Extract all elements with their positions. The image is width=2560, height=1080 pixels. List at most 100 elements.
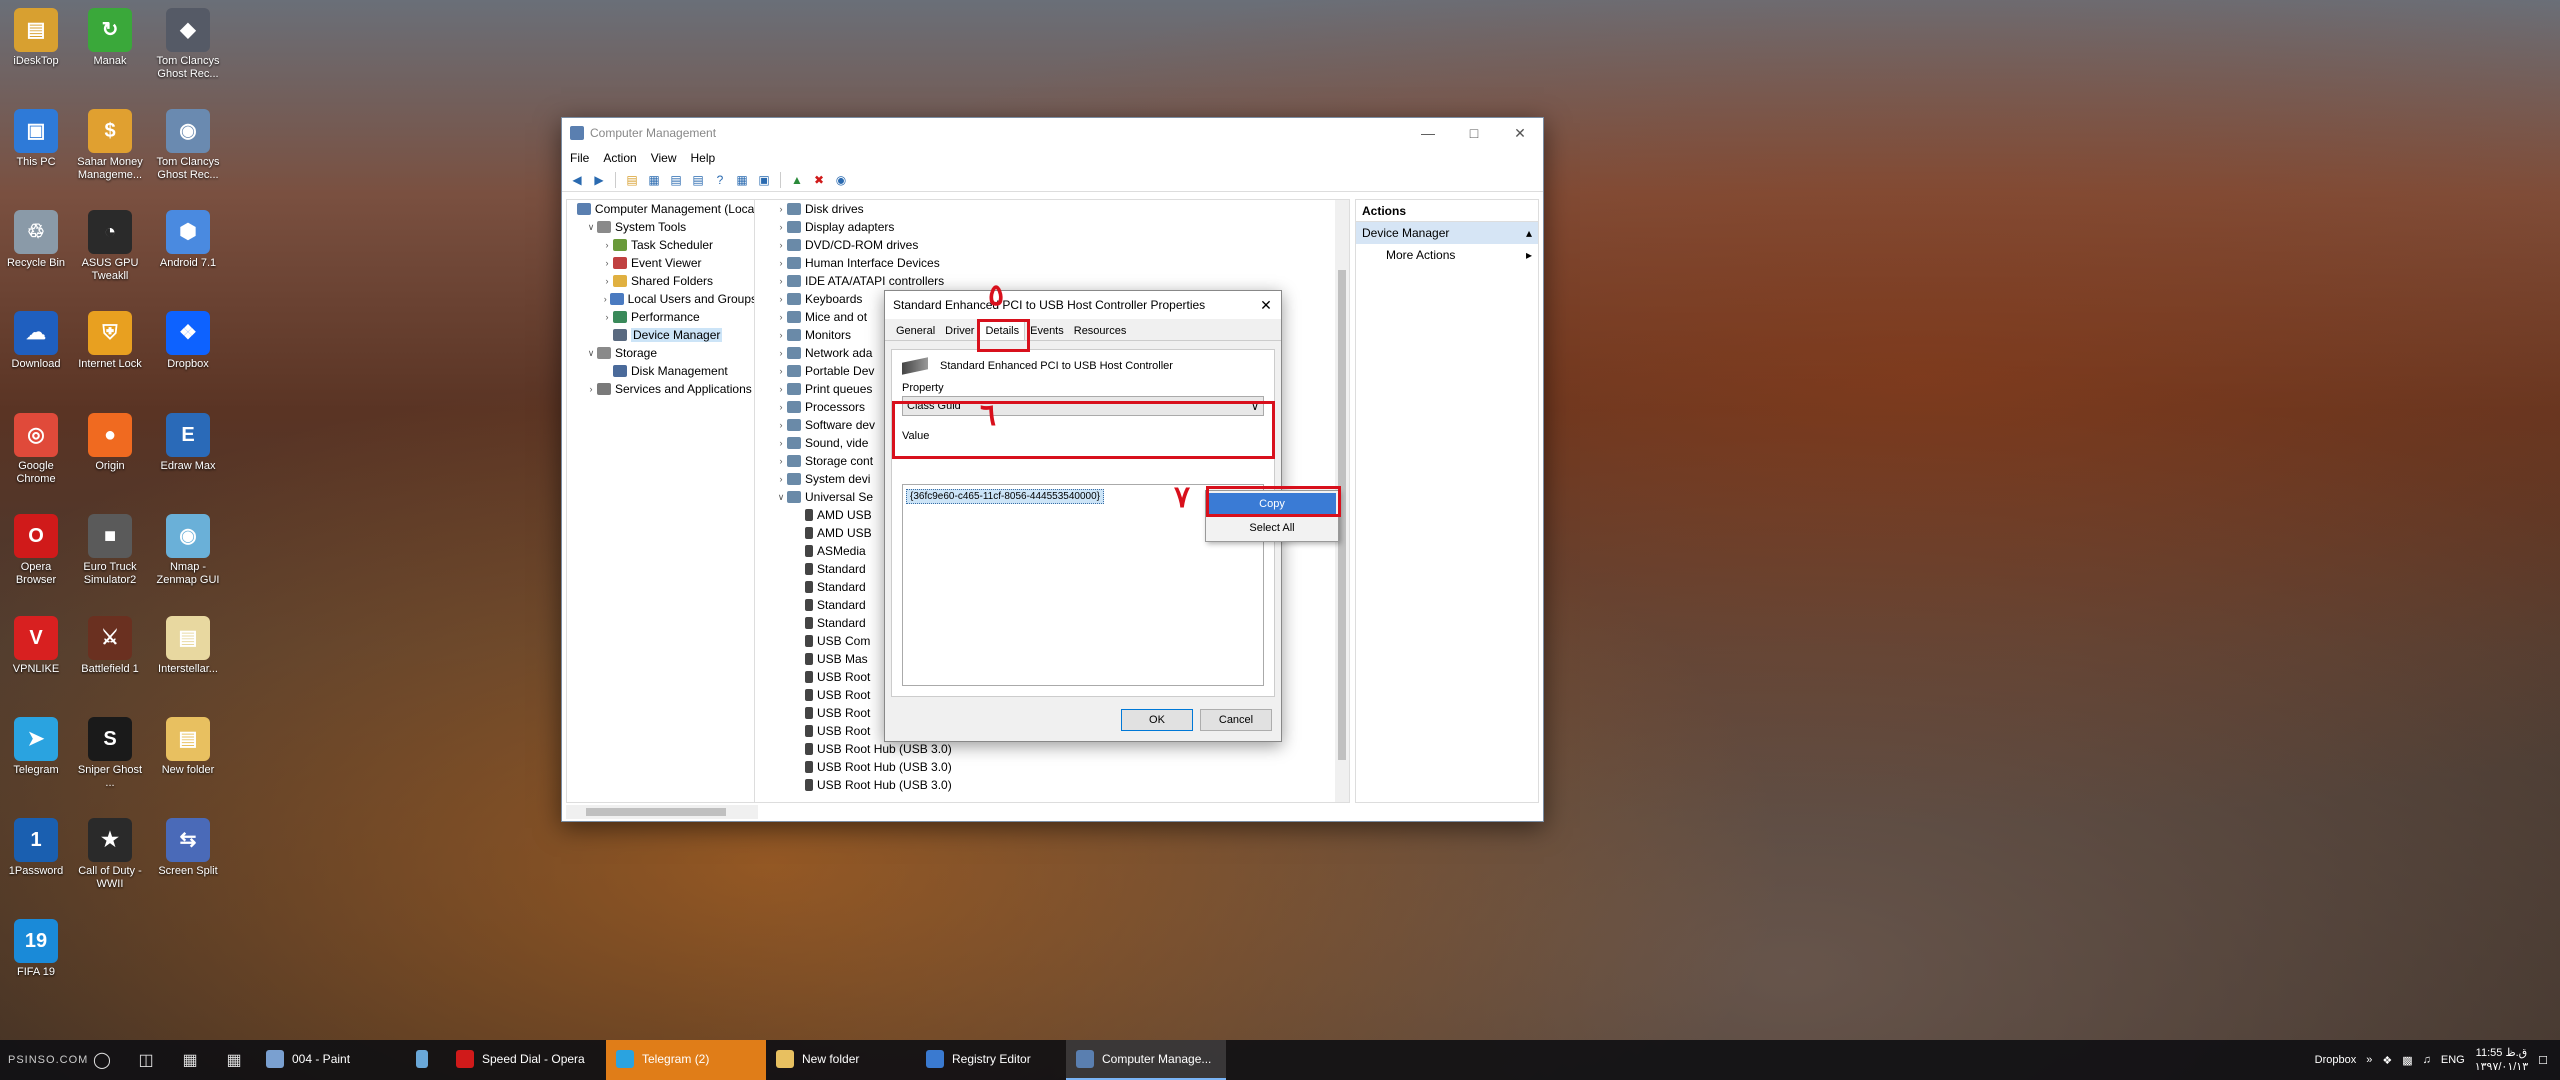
start-button[interactable]: PSINSO.COM (0, 1040, 87, 1080)
tree-item[interactable]: › Task Scheduler (567, 236, 757, 254)
expand-arrow-icon[interactable]: › (775, 258, 787, 268)
notification-icon[interactable]: ☐ (2538, 1054, 2548, 1067)
desktop-icon[interactable]: ▤ Interstellar... (152, 616, 224, 676)
expand-arrow-icon[interactable]: › (601, 294, 610, 304)
tab-general[interactable]: General (891, 322, 940, 340)
desktop-icon[interactable]: ➤ Telegram (0, 717, 72, 777)
tree-item[interactable]: Disk Management (567, 362, 757, 380)
desktop-icon[interactable]: ◉ Tom Clancys Ghost Rec... (152, 109, 224, 182)
properties-icon[interactable]: ▤ (667, 171, 685, 189)
taskbar-app[interactable]: Telegram (2) (606, 1040, 766, 1080)
minimize-button[interactable]: — (1405, 118, 1451, 148)
window-titlebar[interactable]: Computer Management — □ ✕ (562, 118, 1543, 148)
desktop-icon[interactable]: ■ Euro Truck Simulator2 (74, 514, 146, 587)
desktop-icon[interactable]: ▣ This PC (0, 109, 72, 169)
maximize-button[interactable]: □ (1451, 118, 1497, 148)
expand-arrow-icon[interactable]: › (601, 312, 613, 322)
desktop-icon[interactable]: ◉ Nmap - Zenmap GUI (152, 514, 224, 587)
device-tree-item[interactable]: USB Root Hub (USB 3.0) (755, 740, 1349, 758)
device-tree-item[interactable]: USB Root Hub (USB 3.0) (755, 776, 1349, 794)
tree-item[interactable]: › Event Viewer (567, 254, 757, 272)
expand-arrow-icon[interactable]: › (775, 474, 787, 484)
desktop-icon[interactable]: ◆ Tom Clancys Ghost Rec... (152, 8, 224, 81)
volume-icon[interactable]: ♫ (2423, 1054, 2431, 1066)
desktop-icon[interactable]: S Sniper Ghost ... (74, 717, 146, 790)
tree-item[interactable]: Computer Management (Local (567, 200, 757, 218)
clock[interactable]: 11:55 ق.ظ ۱۳۹۷/۰۱/۱۳ (2475, 1046, 2528, 1074)
tab-resources[interactable]: Resources (1069, 322, 1132, 340)
expand-arrow-icon[interactable]: › (775, 222, 787, 232)
device-tree-item[interactable]: › Display adapters (755, 218, 1349, 236)
expand-arrow-icon[interactable]: ∨ (585, 348, 597, 359)
menu-view[interactable]: View (651, 151, 677, 165)
taskbar-app[interactable]: Speed Dial - Opera (446, 1040, 606, 1080)
taskbar-app[interactable]: 004 - Paint (256, 1040, 406, 1080)
expand-arrow-icon[interactable]: › (775, 330, 787, 340)
device-tree-item[interactable]: › DVD/CD-ROM drives (755, 236, 1349, 254)
device-tree-item[interactable]: › IDE ATA/ATAPI controllers (755, 272, 1349, 290)
show-hidden-icons[interactable]: » (2366, 1054, 2372, 1066)
expand-arrow-icon[interactable]: › (601, 240, 613, 250)
desktop-icon[interactable]: E Edraw Max (152, 413, 224, 473)
up-folder-icon[interactable]: ▤ (623, 171, 641, 189)
show-hide-tree-icon[interactable]: ▦ (645, 171, 663, 189)
expand-arrow-icon[interactable]: › (775, 402, 787, 412)
menu-file[interactable]: File (570, 151, 589, 165)
desktop-icon[interactable]: ⛨ Internet Lock (74, 311, 146, 371)
tree-item[interactable]: › Performance (567, 308, 757, 326)
expand-arrow-icon[interactable]: › (775, 366, 787, 376)
dropbox-tray-label[interactable]: Dropbox (2315, 1054, 2357, 1066)
scan-hardware-icon[interactable]: ▣ (755, 171, 773, 189)
menu-help[interactable]: Help (691, 151, 716, 165)
value-item[interactable]: {36fc9e60-c465-11cf-8056-444553540000} (906, 489, 1104, 504)
dialog-close-button[interactable]: ✕ (1251, 297, 1281, 314)
update-driver-icon[interactable]: ▲ (788, 171, 806, 189)
expand-arrow-icon[interactable]: › (775, 312, 787, 322)
taskbar-app[interactable] (406, 1040, 446, 1080)
calculator-icon[interactable]: ▦ (212, 1040, 256, 1080)
export-list-icon[interactable]: ▤ (689, 171, 707, 189)
expand-arrow-icon[interactable]: › (775, 438, 787, 448)
expand-arrow-icon[interactable]: ∨ (775, 492, 787, 503)
tab-driver[interactable]: Driver (940, 322, 979, 340)
desktop-icon[interactable]: ◔ ASUS GPU Tweakll (74, 210, 146, 283)
cortana-icon[interactable]: ◯ (80, 1040, 124, 1080)
dropbox-icon[interactable]: ❖ (2382, 1054, 2392, 1067)
tree-item[interactable]: Device Manager (567, 326, 757, 344)
desktop-icon[interactable]: 19 FIFA 19 (0, 919, 72, 979)
view-icon[interactable]: ▦ (733, 171, 751, 189)
disable-icon[interactable]: ◉ (832, 171, 850, 189)
forward-icon[interactable]: ▶ (590, 171, 608, 189)
tree-item[interactable]: › Shared Folders (567, 272, 757, 290)
expand-arrow-icon[interactable]: › (775, 276, 787, 286)
desktop-icon[interactable]: ⬢ Android 7.1 (152, 210, 224, 270)
collapse-arrow-icon[interactable]: ▴ (1526, 222, 1532, 244)
task-view-icon[interactable]: ◫ (124, 1040, 168, 1080)
device-tree-item[interactable]: › Human Interface Devices (755, 254, 1349, 272)
help-icon[interactable]: ? (711, 171, 729, 189)
actions-section-device-manager[interactable]: Device Manager ▴ (1356, 222, 1538, 244)
expand-arrow-icon[interactable]: › (775, 384, 787, 394)
taskbar-app[interactable]: Computer Manage... (1066, 1040, 1226, 1080)
select-all-menu-item[interactable]: Select All (1208, 517, 1336, 539)
desktop-icon[interactable]: ☁ Download (0, 311, 72, 371)
taskbar-app[interactable]: Registry Editor (916, 1040, 1066, 1080)
expand-arrow-icon[interactable]: › (775, 240, 787, 250)
network-icon[interactable]: ▩ (2402, 1054, 2412, 1067)
expand-arrow-icon[interactable]: › (585, 384, 597, 394)
desktop-icon[interactable]: ▤ iDeskTop (0, 8, 72, 68)
desktop-icon[interactable]: V VPNLIKE (0, 616, 72, 676)
expand-arrow-icon[interactable]: › (775, 204, 787, 214)
expand-arrow-icon[interactable]: ∨ (585, 222, 597, 233)
menu-action[interactable]: Action (603, 151, 636, 165)
desktop-icon[interactable]: ● Origin (74, 413, 146, 473)
desktop-icon[interactable]: ▤ New folder (152, 717, 224, 777)
terminal-icon[interactable]: ▦ (168, 1040, 212, 1080)
taskbar-app[interactable]: New folder (766, 1040, 916, 1080)
desktop-icon[interactable]: ◎ Google Chrome (0, 413, 72, 486)
desktop-icon[interactable]: $ Sahar Money Manageme... (74, 109, 146, 182)
back-icon[interactable]: ◀ (568, 171, 586, 189)
desktop-icon[interactable]: ❖ Dropbox (152, 311, 224, 371)
expand-arrow-icon[interactable]: › (601, 276, 613, 286)
tree-horizontal-scrollbar[interactable] (566, 805, 758, 819)
